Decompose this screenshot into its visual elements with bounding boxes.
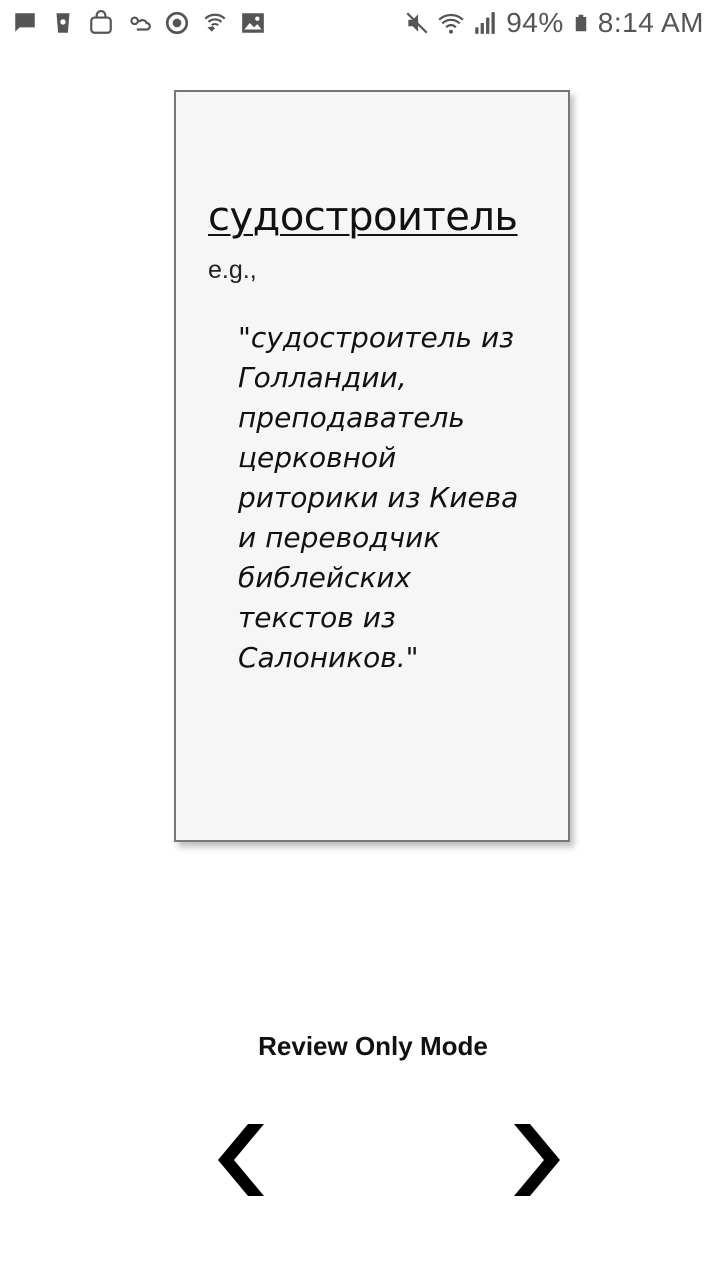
wifi-icon <box>438 13 464 34</box>
system-icons: 94% 8:14 AM <box>404 8 704 38</box>
sync-icon <box>165 11 189 35</box>
flashcard[interactable]: судостроитель e.g., "судостроитель из Го… <box>174 90 570 842</box>
signal-icon <box>475 12 495 34</box>
image-icon <box>242 13 264 33</box>
coffee-cup-icon <box>56 13 70 33</box>
mute-icon <box>406 12 428 34</box>
review-mode-label: Review Only Mode <box>258 1031 488 1061</box>
shopping-bag-icon <box>90 10 112 34</box>
wifi-call-icon <box>204 13 226 32</box>
notification-icons <box>12 10 266 36</box>
clock: 8:14 AM <box>597 7 704 38</box>
chevron-left-icon[interactable] <box>212 1122 272 1202</box>
battery-percent: 94% <box>506 7 564 38</box>
example-sentence: "судостроитель из Голландии, преподавате… <box>238 321 519 674</box>
card-term: судостроитель <box>208 194 518 240</box>
chevron-right-icon[interactable] <box>506 1122 566 1202</box>
battery-icon <box>575 14 587 32</box>
example-label: e.g., <box>208 256 257 284</box>
status-bar: 94% 8:14 AM <box>0 0 720 50</box>
weather-icon <box>130 16 151 31</box>
message-icon <box>15 13 35 32</box>
